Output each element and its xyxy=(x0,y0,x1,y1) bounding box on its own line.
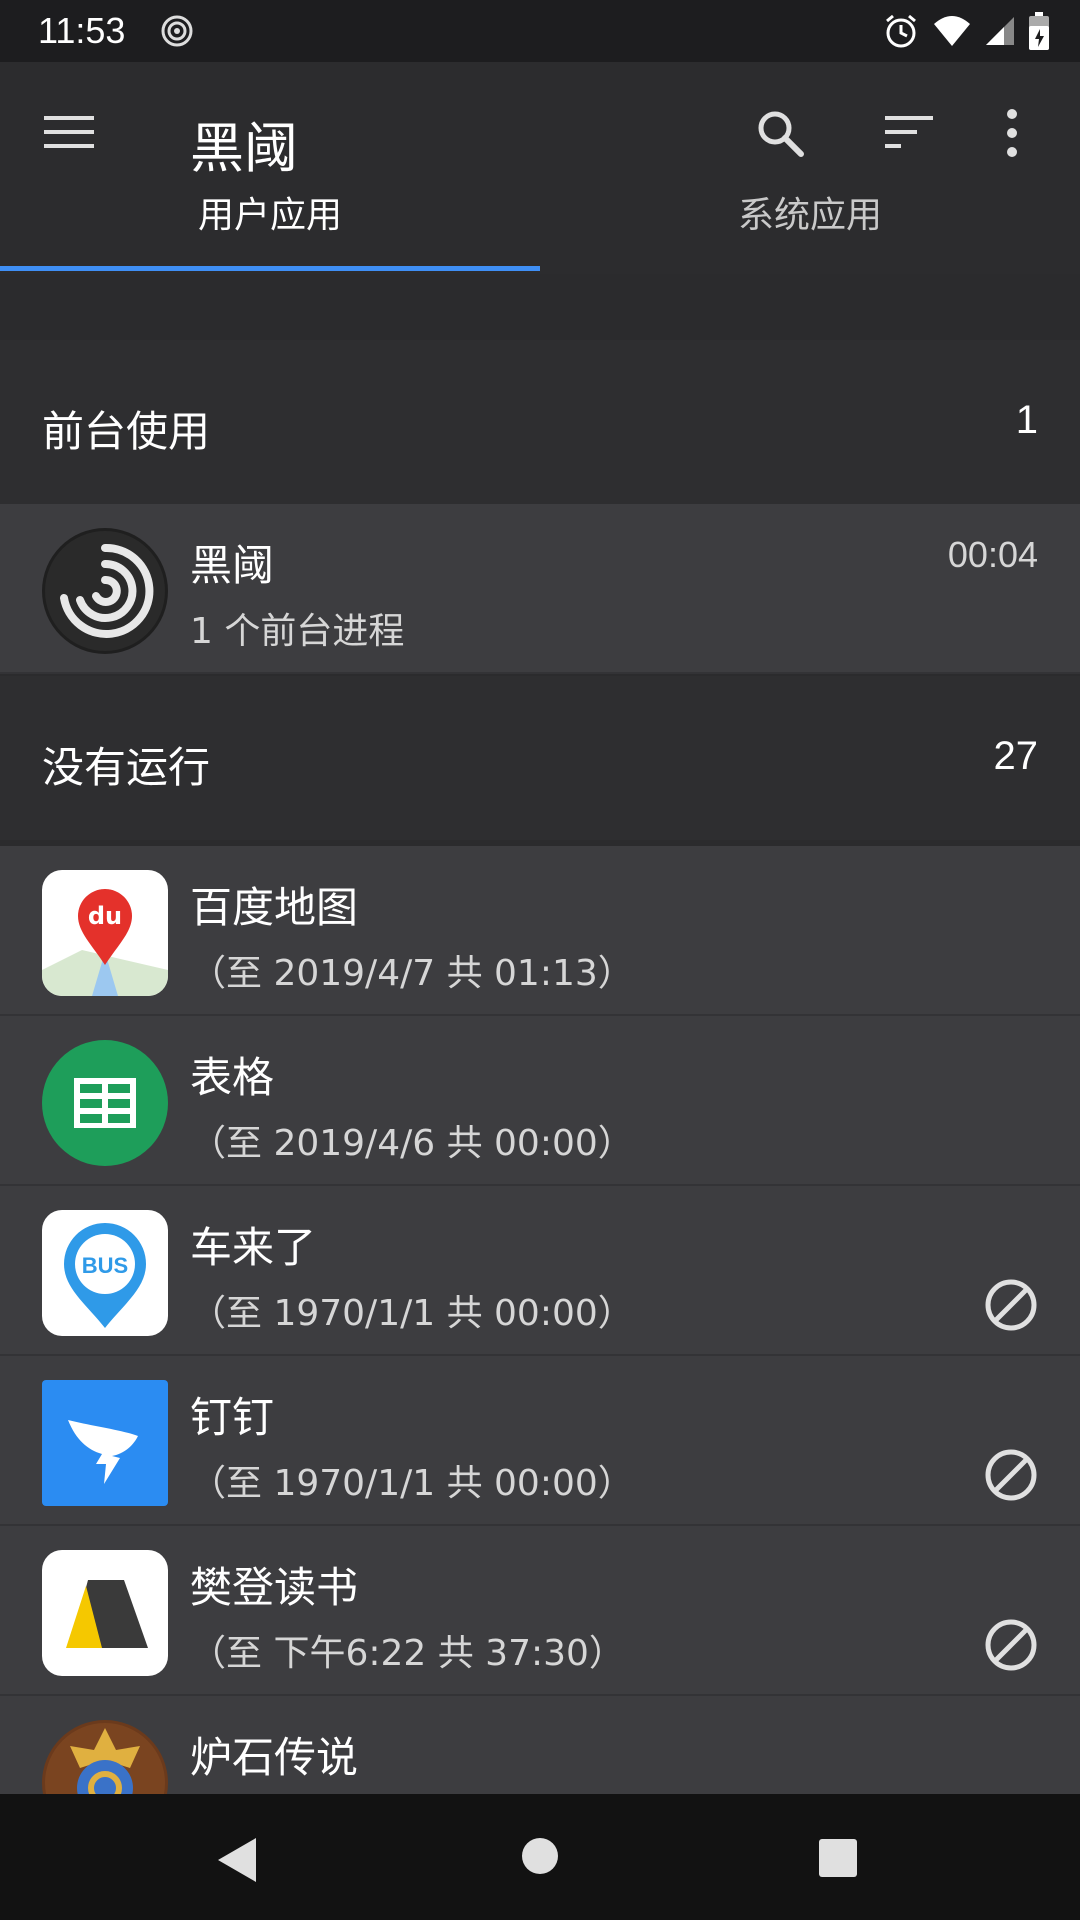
list-item[interactable]: BUS 车来了 （至 1970/1/1 共 00:00） xyxy=(0,1186,1080,1356)
list-item[interactable]: 表格 （至 2019/4/6 共 00:00） xyxy=(0,1016,1080,1186)
app-detail: （至 1970/1/1 共 00:00） xyxy=(190,1463,634,1504)
baidu-map-icon: du xyxy=(42,870,168,996)
dingtalk-icon xyxy=(42,1380,168,1506)
fandeng-icon xyxy=(42,1550,168,1676)
app-detail: 1 个前台进程 xyxy=(190,611,405,652)
section-header-foreground: 前台使用 1 xyxy=(0,340,1080,504)
status-bar: 11:53 xyxy=(0,0,1080,62)
list-item[interactable]: du 百度地图 （至 2019/4/7 共 01:13） xyxy=(0,846,1080,1016)
block-icon[interactable] xyxy=(984,1448,1038,1506)
battery-icon xyxy=(1028,12,1050,54)
app-name: 黑阈 xyxy=(190,541,275,590)
section-label: 前台使用 xyxy=(42,407,211,456)
section-header-not-running: 没有运行 27 xyxy=(0,676,1080,840)
section-label: 没有运行 xyxy=(42,743,211,792)
app-name: 钉钉 xyxy=(190,1393,275,1442)
list-item[interactable]: 黑阈 1 个前台进程 00:04 xyxy=(0,504,1080,674)
swirl-icon xyxy=(42,528,168,654)
menu-icon[interactable] xyxy=(44,114,96,154)
section-count: 27 xyxy=(993,734,1039,778)
app-detail: （至 1970/1/1 共 00:00） xyxy=(190,1293,634,1334)
back-icon[interactable] xyxy=(214,1836,258,1888)
app-name: 樊登读书 xyxy=(190,1563,359,1612)
svg-text:BUS: BUS xyxy=(82,1253,128,1278)
app-swirl-icon xyxy=(160,14,194,52)
section-count: 1 xyxy=(1015,398,1038,442)
search-icon[interactable] xyxy=(755,108,807,164)
list-item[interactable]: 钉钉 （至 1970/1/1 共 00:00） xyxy=(0,1356,1080,1526)
navigation-bar xyxy=(0,1794,1080,1920)
usage-time: 00:04 xyxy=(947,534,1038,575)
list-item[interactable]: 樊登读书 （至 下午6:22 共 37:30） xyxy=(0,1526,1080,1696)
app-name: 表格 xyxy=(190,1053,275,1102)
app-detail: （至 下午6:22 共 37:30） xyxy=(190,1633,625,1674)
tab-indicator xyxy=(0,266,540,271)
more-icon[interactable] xyxy=(1005,108,1019,162)
app-name: 百度地图 xyxy=(190,883,359,932)
signal-icon xyxy=(984,15,1016,51)
recents-icon[interactable] xyxy=(818,1838,858,1882)
sort-icon[interactable] xyxy=(885,112,935,156)
app-name: 车来了 xyxy=(190,1223,317,1272)
wifi-icon xyxy=(932,14,972,52)
tab-user-apps[interactable]: 用户应用 xyxy=(0,186,540,246)
page-title: 黑阈 xyxy=(190,117,298,180)
svg-text:du: du xyxy=(88,902,122,930)
app-name: 炉石传说 xyxy=(190,1733,359,1782)
app-detail: （至 2019/4/7 共 01:13） xyxy=(190,953,634,994)
home-icon[interactable] xyxy=(520,1836,560,1880)
block-icon[interactable] xyxy=(984,1278,1038,1336)
tab-system-apps[interactable]: 系统应用 xyxy=(540,186,1080,246)
sheets-icon xyxy=(42,1040,168,1166)
block-icon[interactable] xyxy=(984,1618,1038,1676)
bus-icon: BUS xyxy=(42,1210,168,1336)
alarm-icon xyxy=(882,12,920,54)
status-time: 11:53 xyxy=(38,10,126,51)
app-detail: （至 2019/4/6 共 00:00） xyxy=(190,1123,634,1164)
